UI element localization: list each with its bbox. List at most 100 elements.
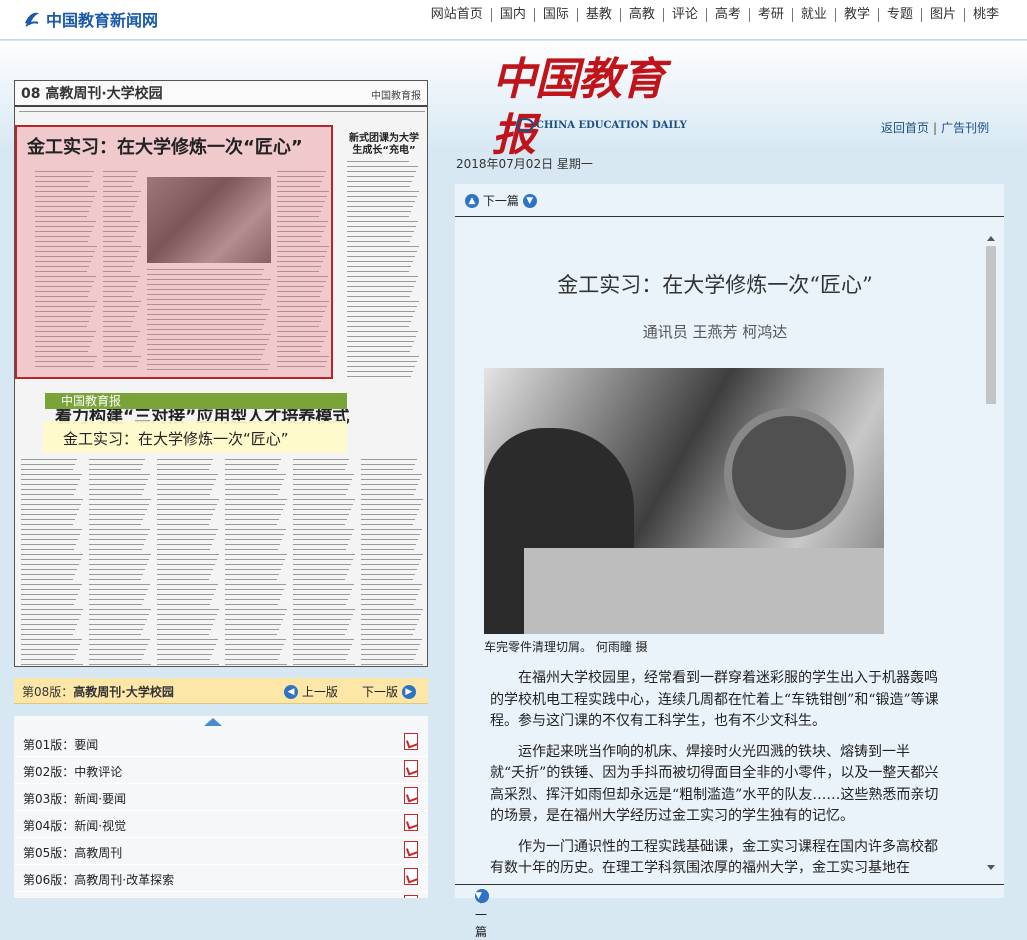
text-line <box>89 619 147 620</box>
article-bottom-next-link[interactable]: ▲下一篇 ▼ <box>465 887 489 939</box>
text-line <box>225 494 278 495</box>
header-links: 返回首页 | 广告刊例 <box>881 119 989 136</box>
scroll-thumb[interactable] <box>986 246 996 404</box>
page-list-item[interactable]: 第03版：新闻·要闻 <box>14 784 428 811</box>
nav-item[interactable]: 高教 <box>619 8 663 22</box>
scroll-up-arrow-icon[interactable] <box>987 236 995 241</box>
text-line <box>347 326 409 327</box>
text-line <box>361 624 417 625</box>
text-line <box>347 221 418 222</box>
text-line <box>293 604 346 605</box>
highlighted-article[interactable]: 金工实习：在大学修炼一次“匠心” <box>15 125 333 379</box>
text-line <box>21 619 79 620</box>
text-line <box>293 659 346 660</box>
text-line <box>21 509 79 510</box>
page-header-masthead: 中国教育报 <box>371 91 421 102</box>
text-line <box>293 594 350 595</box>
text-line <box>293 459 349 460</box>
nav-item[interactable]: 就业 <box>791 8 835 22</box>
nav-item[interactable]: 高考 <box>705 8 749 22</box>
text-line <box>89 574 143 575</box>
article-next-link[interactable]: ▲ 下一篇 ▼ <box>465 192 537 209</box>
text-line <box>225 479 284 480</box>
scroll-down-arrow-icon[interactable] <box>987 865 995 870</box>
text-line <box>157 659 210 660</box>
text-line <box>347 331 418 332</box>
text-line <box>225 664 287 665</box>
nav-item[interactable]: 专题 <box>877 8 921 22</box>
article-bottom-nav: ▲下一篇 ▼ <box>455 884 1004 939</box>
text-line <box>347 161 409 162</box>
text-line <box>89 604 142 605</box>
text-line <box>347 321 411 322</box>
text-line <box>293 479 352 480</box>
arrow-up-icon: ▲ <box>465 193 479 208</box>
nav-item[interactable]: 考研 <box>748 8 792 22</box>
pdf-icon[interactable] <box>404 841 418 858</box>
pdf-icon[interactable] <box>404 760 418 777</box>
nav-item[interactable]: 国内 <box>490 8 534 22</box>
text-line <box>89 644 148 645</box>
text-line <box>89 594 146 595</box>
nav-item[interactable]: 评论 <box>662 8 706 22</box>
newspaper-page-image[interactable]: 08 高教周刊·大学校园 中国教育报 新式团课为大学生成长“充电” 金工实习：在… <box>14 80 428 667</box>
tooltip-box: 金工实习：在大学修炼一次“匠心” <box>43 421 347 453</box>
text-line <box>89 614 149 615</box>
nav-item[interactable]: 国际 <box>533 8 577 22</box>
home-link[interactable]: 返回首页 <box>881 121 929 135</box>
next-page-link[interactable]: 下一版 ▶ <box>362 683 416 700</box>
nav-item[interactable]: 教学 <box>834 8 878 22</box>
text-line <box>293 624 349 625</box>
text-line <box>293 474 354 475</box>
side-article[interactable]: 新式团课为大学生成长“充电” <box>345 133 423 157</box>
text-line <box>347 251 417 252</box>
text-line <box>157 559 217 560</box>
text-line <box>157 574 211 575</box>
pdf-icon[interactable] <box>404 868 418 885</box>
nav-item[interactable]: 图片 <box>920 8 964 22</box>
text-line <box>347 166 418 167</box>
nav-item[interactable]: 桃李 <box>963 8 1007 22</box>
text-line <box>89 629 143 630</box>
pdf-icon[interactable] <box>404 787 418 804</box>
text-line <box>225 644 284 645</box>
page-list-item[interactable]: 第04版：新闻·视觉 <box>14 811 428 838</box>
text-line <box>293 519 347 520</box>
prev-page-link[interactable]: ◀ 上一版 <box>284 683 338 700</box>
text-line <box>157 464 211 465</box>
text-line <box>347 261 413 262</box>
text-line <box>293 634 345 635</box>
nav-item[interactable]: 基教 <box>576 8 620 22</box>
text-line <box>293 589 352 590</box>
text-line <box>347 271 409 272</box>
page-list-item[interactable]: 第05版：高教周刊 <box>14 838 428 865</box>
pdf-icon[interactable] <box>404 814 418 831</box>
article-paragraph: 在福州大学校园里，经常看到一群穿着迷彩服的学生出入于机器轰鸣的学校机电工程实践中… <box>490 670 939 729</box>
text-line <box>361 499 423 500</box>
text-line <box>293 654 348 655</box>
text-line <box>225 514 281 515</box>
site-logo[interactable]: 中国教育新闻网 <box>22 8 158 30</box>
text-line <box>225 594 282 595</box>
pdf-icon[interactable] <box>404 733 418 750</box>
page-list-item[interactable]: 第02版：中教评论 <box>14 757 428 784</box>
text-line <box>225 554 287 555</box>
text-line <box>21 474 82 475</box>
text-line <box>361 529 422 530</box>
text-line <box>361 619 419 620</box>
page-list-item[interactable]: 第01版：要闻 <box>14 730 428 757</box>
text-line <box>361 549 414 550</box>
divider <box>19 111 425 112</box>
text-line <box>21 594 78 595</box>
page-list-item[interactable]: 第06版：高教周刊·改革探索 <box>14 865 428 892</box>
scroll-up-icon[interactable] <box>204 718 222 726</box>
nav-item[interactable]: 网站首页 <box>423 8 491 22</box>
ad-link[interactable]: 广告刊例 <box>941 121 989 135</box>
text-line <box>225 579 277 580</box>
text-line <box>361 494 414 495</box>
article-scrollbar[interactable] <box>984 232 998 874</box>
text-line <box>347 206 413 207</box>
arrow-right-icon: ▶ <box>401 684 416 699</box>
text-line <box>361 604 414 605</box>
page-list-item[interactable]: 第07版：科学研究 <box>14 892 428 898</box>
